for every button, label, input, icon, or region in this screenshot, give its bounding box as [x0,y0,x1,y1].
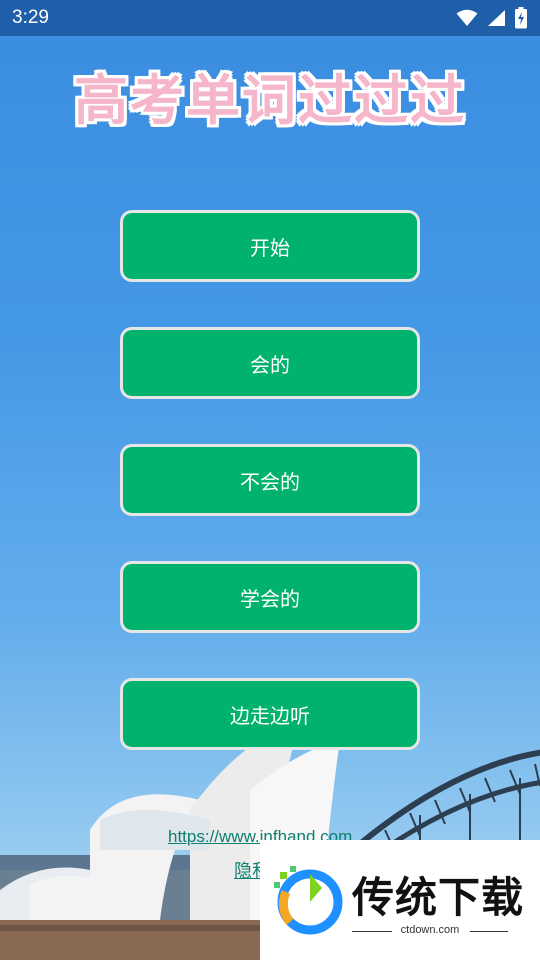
battery-charging-icon [514,7,528,29]
signal-icon [486,9,506,27]
app-title: 高考单词过过过 [74,69,466,132]
status-time: 3:29 [12,7,49,28]
status-bar: 3:29 [0,0,540,36]
learned-words-button[interactable]: 学会的 [120,561,420,633]
watermark-overlay: 传统下载 ctdown.com [260,840,540,960]
watermark-divider-right [470,931,508,932]
unknown-words-button[interactable]: 不会的 [120,444,420,516]
known-words-button[interactable]: 会的 [120,327,420,399]
start-button[interactable]: 开始 [120,210,420,282]
wifi-icon [456,9,478,27]
watermark-name: 传统下载 [352,873,525,922]
walk-and-listen-button[interactable]: 边走边听 [120,678,420,750]
status-icons [456,7,528,29]
watermark-url: ctdown.com [400,924,460,936]
